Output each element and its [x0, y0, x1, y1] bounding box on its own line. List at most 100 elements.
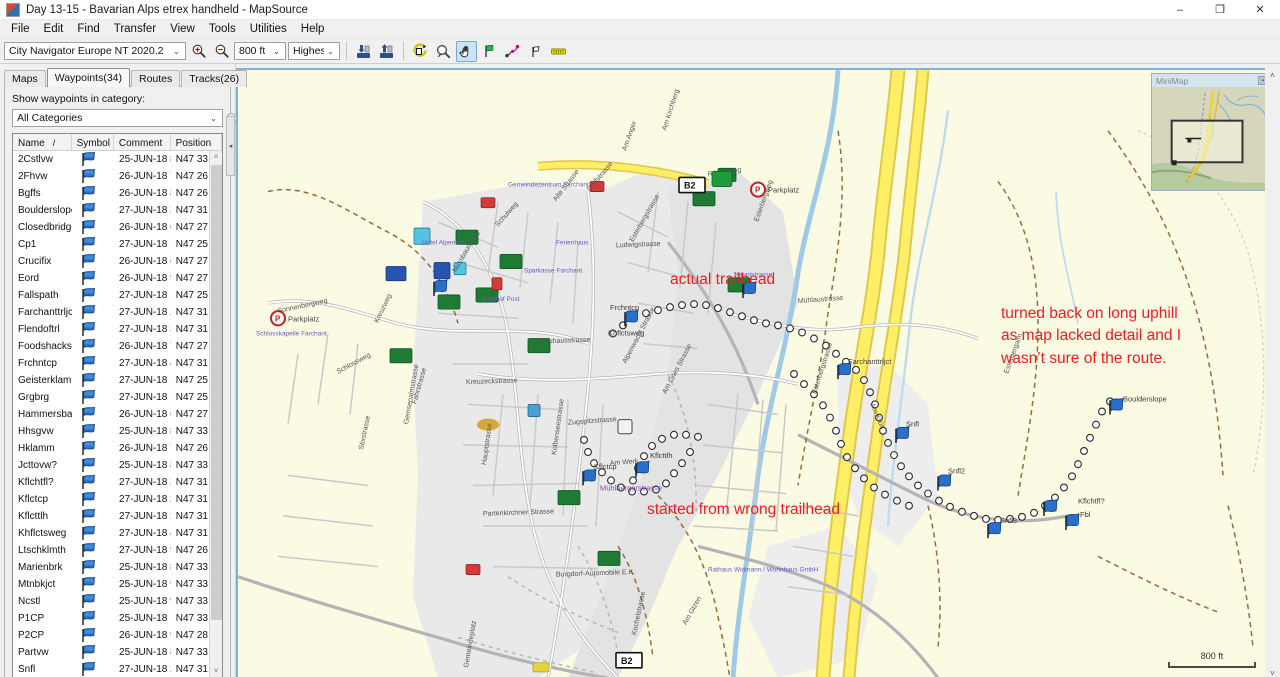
map-select-tool-button[interactable]	[410, 41, 431, 62]
waypoint-name: Flendoftrl	[18, 324, 60, 335]
zoom-in-button[interactable]	[188, 41, 209, 62]
waypoints-vertical-scrollbar[interactable]: ˄ ˅	[209, 151, 222, 677]
table-row[interactable]: Flendoftrl27-JUN-18 3:...N47 31.550	[13, 321, 222, 338]
map-detail-value: Highest	[293, 45, 324, 57]
minimap-graphics	[1152, 87, 1270, 190]
table-row[interactable]: 2Fhvw26-JUN-18 7:...N47 26.929	[13, 168, 222, 185]
map-vertical-scrollbar[interactable]: ˄ ˅	[1265, 68, 1280, 677]
waypoint-comment: 26-JUN-18 7:...	[119, 171, 171, 182]
send-to-device-button[interactable]	[353, 41, 374, 62]
waypoints-table-body[interactable]: 2Cstlvw25-JUN-18 8:...N47 33.3852Fhvw26-…	[13, 151, 222, 677]
table-row[interactable]: Partvw25-JUN-18 8:...N47 33.358	[13, 644, 222, 661]
svg-text:Rathaus Widmann / Wohnhaus Gmb: Rathaus Widmann / Wohnhaus GmbH	[708, 567, 819, 574]
panel-collapse-handle[interactable]: ◂	[226, 116, 235, 176]
blue-flag-icon	[72, 594, 114, 609]
table-row[interactable]: Snfl27-JUN-18 2:...N47 31.684	[13, 661, 222, 677]
table-row[interactable]: Farchanttrljct27-JUN-18 2:...N47 31.779	[13, 304, 222, 321]
table-row[interactable]: 2Cstlvw25-JUN-18 8:...N47 33.385	[13, 151, 222, 168]
map-scroll-up-arrow[interactable]: ˄	[1265, 68, 1280, 82]
map-label-boulderslope: Boulderslope	[1123, 394, 1167, 403]
category-filter-select[interactable]: All Categories ⌄	[12, 109, 223, 127]
restore-button[interactable]: ❐	[1200, 0, 1240, 20]
tab-tracks[interactable]: Tracks(26)	[181, 70, 248, 87]
svg-text:Gasthof Post: Gasthof Post	[482, 296, 520, 303]
blue-flag-icon	[72, 560, 114, 575]
parkplatz-label-1: Parkplatz	[288, 314, 319, 323]
waypoint-comment: 27-JUN-18 2:...	[119, 307, 171, 318]
menu-bar: File Edit Find Transfer View Tools Utili…	[0, 20, 1280, 39]
receive-from-device-button[interactable]	[376, 41, 397, 62]
table-row[interactable]: Kflctcp27-JUN-18 2:...N47 31.482	[13, 491, 222, 508]
waypoint-comment: 26-JUN-18 8:...	[119, 188, 171, 199]
table-row[interactable]: Crucifix26-JUN-18 6:...N47 27.589	[13, 253, 222, 270]
tab-routes[interactable]: Routes	[131, 70, 181, 87]
svg-text:Schlosskapelle Farchant: Schlosskapelle Farchant	[256, 330, 327, 337]
menu-transfer[interactable]: Transfer	[107, 21, 163, 37]
menu-view[interactable]: View	[163, 21, 202, 37]
menu-edit[interactable]: Edit	[37, 21, 71, 37]
table-row[interactable]: Hammersbach...26-JUN-18 6:...N47 27.886	[13, 406, 222, 423]
map-product-select[interactable]: City Navigator Europe NT 2020.2 ⌄	[4, 42, 186, 60]
tab-waypoints[interactable]: Waypoints(34)	[46, 68, 130, 87]
table-row[interactable]: Kflchtfl?27-JUN-18 3:...N47 31.569	[13, 474, 222, 491]
menu-help[interactable]: Help	[294, 21, 332, 37]
chevron-down-icon: ⌄	[210, 113, 217, 123]
zoom-out-icon	[215, 44, 229, 58]
table-row[interactable]: Fallspath27-JUN-18 10...N47 25.632	[13, 287, 222, 304]
close-button[interactable]: ✕	[1240, 0, 1280, 20]
menu-file[interactable]: File	[4, 21, 37, 37]
map-scroll-down-arrow[interactable]: ˅	[1265, 666, 1280, 677]
menu-tools[interactable]: Tools	[202, 21, 243, 37]
table-row[interactable]: Ncstl25-JUN-18 9:...N47 33.462	[13, 593, 222, 610]
tab-maps[interactable]: Maps	[4, 70, 46, 87]
table-row[interactable]: P1CP25-JUN-18 10...N47 33.440	[13, 610, 222, 627]
waypoint-tool-button[interactable]	[479, 41, 500, 62]
table-row[interactable]: Bgffs26-JUN-18 8:...N47 26.619	[13, 185, 222, 202]
column-header-symbol[interactable]: Symbol	[72, 134, 114, 150]
table-row[interactable]: Boulderslope27-JUN-18 3:...N47 31.638	[13, 202, 222, 219]
table-row[interactable]: Hklamm26-JUN-18 7:...N47 26.889	[13, 440, 222, 457]
table-row[interactable]: Marienbrk25-JUN-18 8:...N47 33.279	[13, 559, 222, 576]
route-tool-button[interactable]	[502, 41, 523, 62]
table-row[interactable]: Grgbrg27-JUN-18 10...N47 25.655	[13, 389, 222, 406]
table-row[interactable]: P2CP26-JUN-18 9:...N47 28.119	[13, 627, 222, 644]
table-row[interactable]: Khflctsweg27-JUN-18 4:...N47 31.763	[13, 525, 222, 542]
panel-tabstrip: Maps Waypoints(34) Routes Tracks(26)	[0, 68, 248, 87]
table-row[interactable]: Eord26-JUN-18 9:...N47 27.194	[13, 270, 222, 287]
waypoint-name: Kflcttlh	[18, 511, 49, 522]
table-row[interactable]: Closedbridge26-JUN-18 6:...N47 27.182	[13, 219, 222, 236]
map-detail-select[interactable]: Highest ⌄	[288, 42, 340, 60]
table-row[interactable]: Jcttovw?25-JUN-18 8:...N47 33.297	[13, 457, 222, 474]
table-row[interactable]: Mtnbkjct25-JUN-18 9:...N47 33.215	[13, 576, 222, 593]
minimap-panel[interactable]: MiniMap ▪	[1151, 73, 1271, 191]
menu-find[interactable]: Find	[70, 21, 106, 37]
map-scale-select[interactable]: 800 ft ⌄	[234, 42, 286, 60]
column-header-comment[interactable]: Comment	[114, 134, 171, 150]
table-row[interactable]: Cp127-JUN-18 11...N47 25.956	[13, 236, 222, 253]
table-row[interactable]: Geisterklammth27-JUN-18 10...N47 25.662	[13, 372, 222, 389]
scroll-down-arrow[interactable]: ˅	[210, 665, 223, 677]
track-draw-tool-button[interactable]	[525, 41, 546, 62]
table-row[interactable]: Ltschklmth27-JUN-18 9:...N47 26.011	[13, 542, 222, 559]
table-row[interactable]: Hhsgvw25-JUN-18 8:...N47 33.331	[13, 423, 222, 440]
zoom-out-button[interactable]	[211, 41, 232, 62]
blue-flag-icon	[72, 169, 114, 184]
map-label-snfl: Snfl	[906, 420, 919, 429]
column-header-position[interactable]: Position	[171, 134, 222, 150]
table-row[interactable]: Frchntcp27-JUN-18 4:...N47 31.800	[13, 355, 222, 372]
menu-utilities[interactable]: Utilities	[243, 21, 294, 37]
table-row[interactable]: Foodshacks?26-JUN-18 7:...N47 27.026	[13, 338, 222, 355]
vertical-scroll-thumb[interactable]	[210, 165, 222, 620]
column-header-name[interactable]: Name /	[13, 134, 72, 150]
blue-flag-icon	[72, 611, 114, 626]
measure-tool-button[interactable]	[548, 41, 569, 62]
scroll-up-arrow[interactable]: ˄	[210, 151, 223, 164]
minimap-canvas[interactable]	[1152, 87, 1270, 190]
send-to-device-icon	[357, 44, 370, 58]
table-row[interactable]: Kflcttlh27-JUN-18 2:...N47 31.496	[13, 508, 222, 525]
waypoint-name: Geisterklammth	[18, 375, 72, 386]
minimize-button[interactable]: –	[1160, 0, 1200, 20]
map-canvas[interactable]: Frchntcp Khflctsweg Farchanttrljct Snfl …	[236, 68, 1276, 677]
hand-pan-tool-button[interactable]	[456, 40, 477, 62]
zoom-tool-button[interactable]	[433, 41, 454, 62]
